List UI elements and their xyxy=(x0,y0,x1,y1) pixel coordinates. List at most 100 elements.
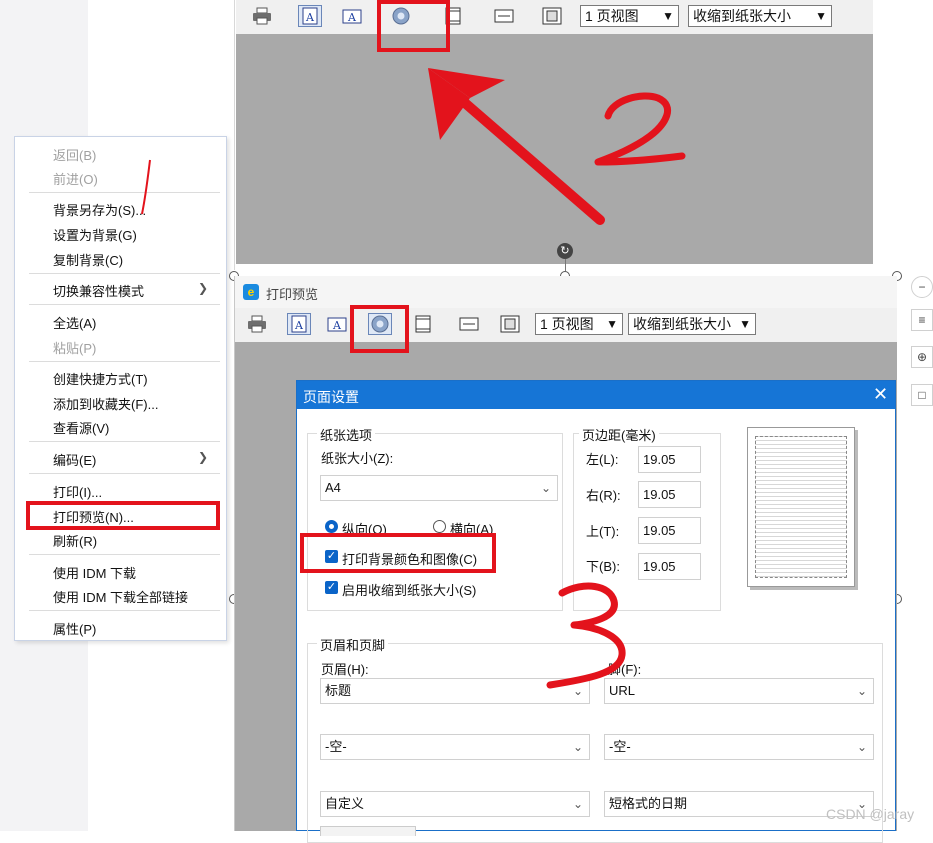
chevron-down-icon: ▼ xyxy=(662,9,674,23)
margin-left-input[interactable]: 19.05 xyxy=(638,446,701,473)
portrait-radio[interactable] xyxy=(325,520,338,533)
rotate-handle-icon[interactable]: ↻ xyxy=(557,243,573,259)
top-view-select-value: 1 页视图 xyxy=(585,8,639,24)
chevron-down-icon: ⌄ xyxy=(856,684,867,698)
margins-label: 页边距(毫米) xyxy=(579,425,659,444)
top-preview-toolbar: A A 1 页视图 ▼ 收缩到纸张大小 ▼ xyxy=(236,0,873,34)
landscape-icon[interactable]: A xyxy=(325,313,349,335)
close-icon[interactable]: ✕ xyxy=(873,383,888,405)
menu-separator xyxy=(29,473,220,474)
menu-item-idm-download[interactable]: 使用 IDM 下载 xyxy=(53,563,136,582)
annotation-stroke xyxy=(141,159,151,215)
preview-zoom-select-value: 收缩到纸张大小 xyxy=(633,316,731,332)
preview-view-select[interactable]: 1 页视图 ▼ xyxy=(535,313,623,335)
paper-size-value: A4 xyxy=(325,480,341,495)
menu-item-back[interactable]: 返回(B) xyxy=(53,145,96,164)
annotation-box-print-background xyxy=(300,533,496,573)
full-page-icon[interactable] xyxy=(540,5,564,27)
submenu-arrow-icon: ❯ xyxy=(197,450,208,464)
top-zoom-select[interactable]: 收缩到纸张大小 ▼ xyxy=(688,5,832,27)
dialog-title: 页面设置 xyxy=(303,389,359,405)
crop-icon[interactable]: □ xyxy=(911,384,933,406)
header-footer-icon[interactable] xyxy=(411,313,435,335)
margin-top-label: 上(T): xyxy=(586,524,620,539)
margin-bottom-input[interactable]: 19.05 xyxy=(638,553,701,580)
preview-titlebar: e 打印预览 xyxy=(235,276,897,308)
menu-item-compat-mode[interactable]: 切换兼容性模式 xyxy=(53,281,144,300)
margin-right-input[interactable]: 19.05 xyxy=(638,481,701,508)
ie-icon: e xyxy=(243,284,259,300)
header-label: 页眉(H): xyxy=(321,662,369,677)
context-menu: 返回(B) 前进(O) 背景另存为(S)... 设置为背景(G) 复制背景(C)… xyxy=(14,136,227,641)
full-width-icon[interactable] xyxy=(492,5,516,27)
landscape-radio[interactable] xyxy=(433,520,446,533)
menu-item-encoding[interactable]: 编码(E) xyxy=(53,450,96,469)
paper-size-select[interactable]: A4 ⌄ xyxy=(320,475,558,501)
submenu-arrow-icon: ❯ xyxy=(197,281,208,295)
header-select-3-value: 自定义 xyxy=(325,796,365,811)
menu-separator xyxy=(29,554,220,555)
annotation-box-print-preview xyxy=(26,501,220,530)
menu-item-paste[interactable]: 粘贴(P) xyxy=(53,338,96,357)
footer-select-2-value: -空- xyxy=(609,739,631,754)
font-button-partial[interactable] xyxy=(320,826,416,836)
menu-item-set-background[interactable]: 设置为背景(G) xyxy=(53,225,137,244)
header-select-2-value: -空- xyxy=(325,739,347,754)
chevron-down-icon: ⌄ xyxy=(572,740,583,754)
header-select-3[interactable]: 自定义 ⌄ xyxy=(320,791,590,817)
menu-item-select-all[interactable]: 全选(A) xyxy=(53,313,96,332)
preview-toolbar: A A 1 页视图 ▼ 收缩到纸张大小 ▼ xyxy=(235,308,897,342)
chevron-down-icon: ⌄ xyxy=(572,797,583,811)
menu-item-refresh[interactable]: 刷新(R) xyxy=(53,531,97,550)
preview-view-select-value: 1 页视图 xyxy=(540,316,594,332)
full-width-icon[interactable] xyxy=(457,313,481,335)
chevron-down-icon: ⌄ xyxy=(540,481,551,495)
portrait-icon[interactable]: A xyxy=(298,5,322,27)
footer-select-3-value: 短格式的日期 xyxy=(609,796,688,811)
chevron-down-icon: ▼ xyxy=(815,9,827,23)
chevron-down-icon: ▼ xyxy=(606,317,618,331)
menu-item-save-background[interactable]: 背景另存为(S)... xyxy=(53,200,146,219)
menu-item-forward[interactable]: 前进(O) xyxy=(53,169,98,188)
thumbnail-margin-box xyxy=(755,436,847,578)
layout-icon[interactable]: ≡ xyxy=(911,309,933,331)
watermark: CSDN @jaray xyxy=(826,806,915,822)
menu-separator xyxy=(29,610,220,611)
menu-item-properties[interactable]: 属性(P) xyxy=(53,619,96,638)
page-preview-thumbnail xyxy=(747,427,855,587)
chevron-down-icon: ⌄ xyxy=(856,740,867,754)
collapse-icon[interactable]: − xyxy=(911,276,933,298)
preview-title: 打印预览 xyxy=(266,287,319,302)
annotation-arrow xyxy=(428,68,605,225)
svg-text:A: A xyxy=(305,11,315,24)
margin-top-input[interactable]: 19.05 xyxy=(638,517,701,544)
portrait-icon[interactable]: A xyxy=(287,313,311,335)
menu-item-copy-background[interactable]: 复制背景(C) xyxy=(53,250,123,269)
footer-select-1[interactable]: URL ⌄ xyxy=(604,678,874,704)
shrink-to-fit-checkbox[interactable]: ✓ xyxy=(325,581,338,594)
margin-bottom-label: 下(B): xyxy=(586,559,620,574)
menu-separator xyxy=(29,361,220,362)
print-icon[interactable] xyxy=(250,5,274,27)
full-page-icon[interactable] xyxy=(498,313,522,335)
annotation-box-gear xyxy=(377,0,450,52)
header-select-2[interactable]: -空- ⌄ xyxy=(320,734,590,760)
landscape-icon[interactable]: A xyxy=(340,5,364,27)
menu-item-print[interactable]: 打印(I)... xyxy=(53,482,102,501)
preview-zoom-select[interactable]: 收缩到纸张大小 ▼ xyxy=(628,313,756,335)
menu-item-view-source[interactable]: 查看源(V) xyxy=(53,418,109,437)
menu-separator xyxy=(29,273,220,274)
menu-item-idm-download-all[interactable]: 使用 IDM 下载全部链接 xyxy=(53,587,188,606)
svg-text:A: A xyxy=(294,319,304,332)
annotation-number-3 xyxy=(546,582,626,689)
zoom-icon[interactable]: ⊕ xyxy=(911,346,933,368)
menu-item-add-favorites[interactable]: 添加到收藏夹(F)... xyxy=(53,394,158,413)
annotation-label-3: 3 xyxy=(0,0,1,1)
top-view-select[interactable]: 1 页视图 ▼ xyxy=(580,5,679,27)
footer-select-2[interactable]: -空- ⌄ xyxy=(604,734,874,760)
print-icon[interactable] xyxy=(245,313,269,335)
annotation-number-2 xyxy=(594,92,686,166)
dialog-titlebar: 页面设置 ✕ xyxy=(297,381,895,409)
menu-item-create-shortcut[interactable]: 创建快捷方式(T) xyxy=(53,369,148,388)
svg-text:A: A xyxy=(347,11,357,24)
